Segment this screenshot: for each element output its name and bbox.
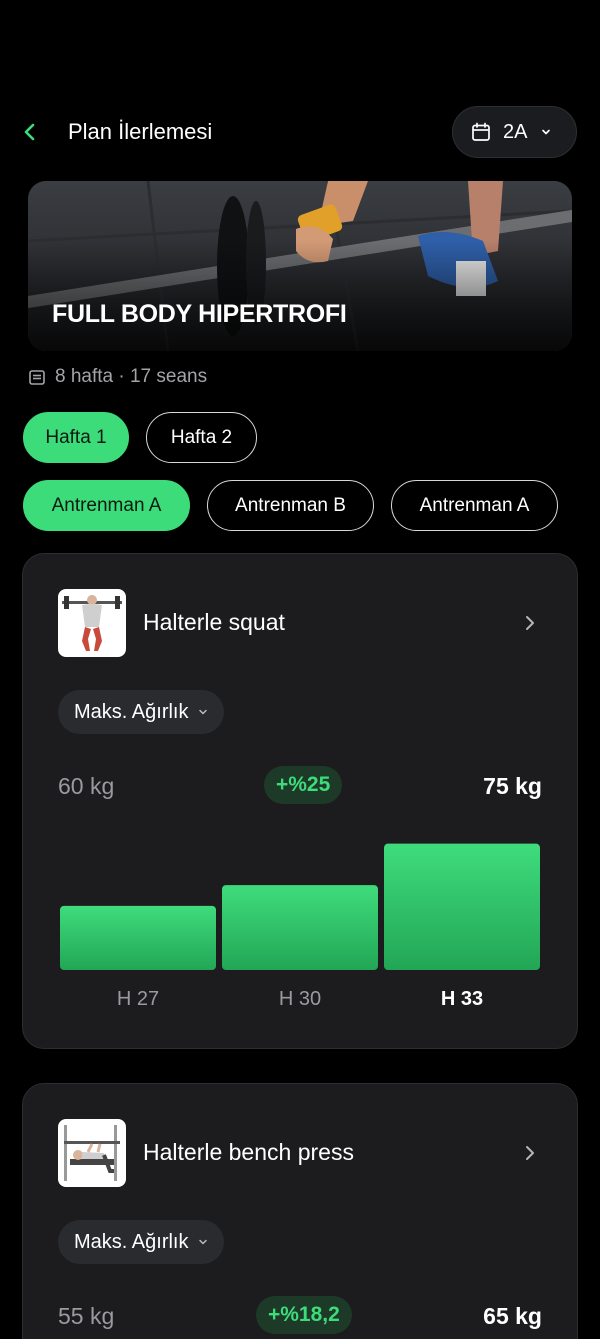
back-button[interactable] bbox=[16, 118, 44, 146]
end-value: 75 kg bbox=[483, 773, 542, 799]
plan-meta-text: 8 hafta · 17 seans bbox=[55, 366, 208, 387]
exercise-card[interactable]: Halterle squat Maks. Ağırlık 60 kg +%25 … bbox=[22, 553, 578, 1049]
tab-workout-b[interactable]: Antrenman B bbox=[207, 480, 374, 531]
chart-bar bbox=[222, 885, 378, 970]
chevron-right-icon[interactable] bbox=[523, 614, 537, 632]
change-badge: +%18,2 bbox=[256, 1296, 352, 1334]
end-value: 65 kg bbox=[483, 1303, 542, 1329]
squat-figure-icon bbox=[62, 595, 122, 651]
date-label: 2A bbox=[503, 120, 528, 143]
progress-bar-chart bbox=[60, 843, 540, 970]
chart-bar bbox=[60, 905, 216, 970]
metric-dropdown[interactable]: Maks. Ağırlık bbox=[58, 1220, 225, 1264]
chart-bar bbox=[384, 843, 540, 970]
tab-week-1[interactable]: Hafta 1 bbox=[23, 412, 129, 463]
calendar-icon bbox=[29, 370, 45, 385]
chart-x-label: H 33 bbox=[440, 988, 484, 1010]
chart-x-label: H 27 bbox=[116, 988, 160, 1010]
calendar-icon bbox=[472, 122, 490, 141]
tab-workout-a[interactable]: Antrenman A bbox=[23, 480, 190, 531]
exercise-name: Halterle bench press bbox=[143, 1139, 354, 1165]
exercise-thumbnail bbox=[58, 589, 126, 657]
start-value: 55 kg bbox=[58, 1303, 115, 1329]
chart-x-label: H 30 bbox=[278, 988, 322, 1010]
chevron-down-icon bbox=[542, 129, 551, 135]
plan-title: FULL BODY HIPERTROFI bbox=[52, 300, 347, 328]
tab-week-2[interactable]: Hafta 2 bbox=[146, 412, 257, 463]
chevron-right-icon[interactable] bbox=[523, 1144, 537, 1162]
metric-label: Maks. Ağırlık bbox=[74, 700, 189, 723]
start-value: 60 kg bbox=[58, 773, 115, 799]
plan-banner: FULL BODY HIPERTROFI bbox=[28, 181, 572, 351]
plan-meta: 8 hafta · 17 seans bbox=[28, 364, 207, 390]
metric-dropdown[interactable]: Maks. Ağırlık bbox=[58, 690, 225, 734]
exercise-name: Halterle squat bbox=[143, 609, 285, 635]
workout-tabs: Antrenman A Antrenman B Antrenman A bbox=[23, 480, 558, 531]
week-tabs: Hafta 1 Hafta 2 bbox=[23, 412, 257, 463]
bench-press-figure-icon bbox=[64, 1125, 120, 1181]
exercise-thumbnail bbox=[58, 1119, 126, 1187]
chevron-down-icon bbox=[199, 1239, 208, 1245]
page-title: Plan İlerlemesi bbox=[68, 119, 213, 144]
top-bar: Plan İlerlemesi 2A bbox=[0, 106, 600, 158]
change-badge: +%25 bbox=[264, 766, 343, 804]
chevron-down-icon bbox=[199, 709, 208, 715]
exercise-card[interactable]: Halterle bench press Maks. Ağırlık 55 kg… bbox=[22, 1083, 578, 1339]
date-selector-button[interactable]: 2A bbox=[452, 106, 577, 158]
chevron-left-icon bbox=[24, 123, 35, 141]
metric-label: Maks. Ağırlık bbox=[74, 1230, 189, 1253]
tab-workout-a-2[interactable]: Antrenman A bbox=[391, 480, 558, 531]
